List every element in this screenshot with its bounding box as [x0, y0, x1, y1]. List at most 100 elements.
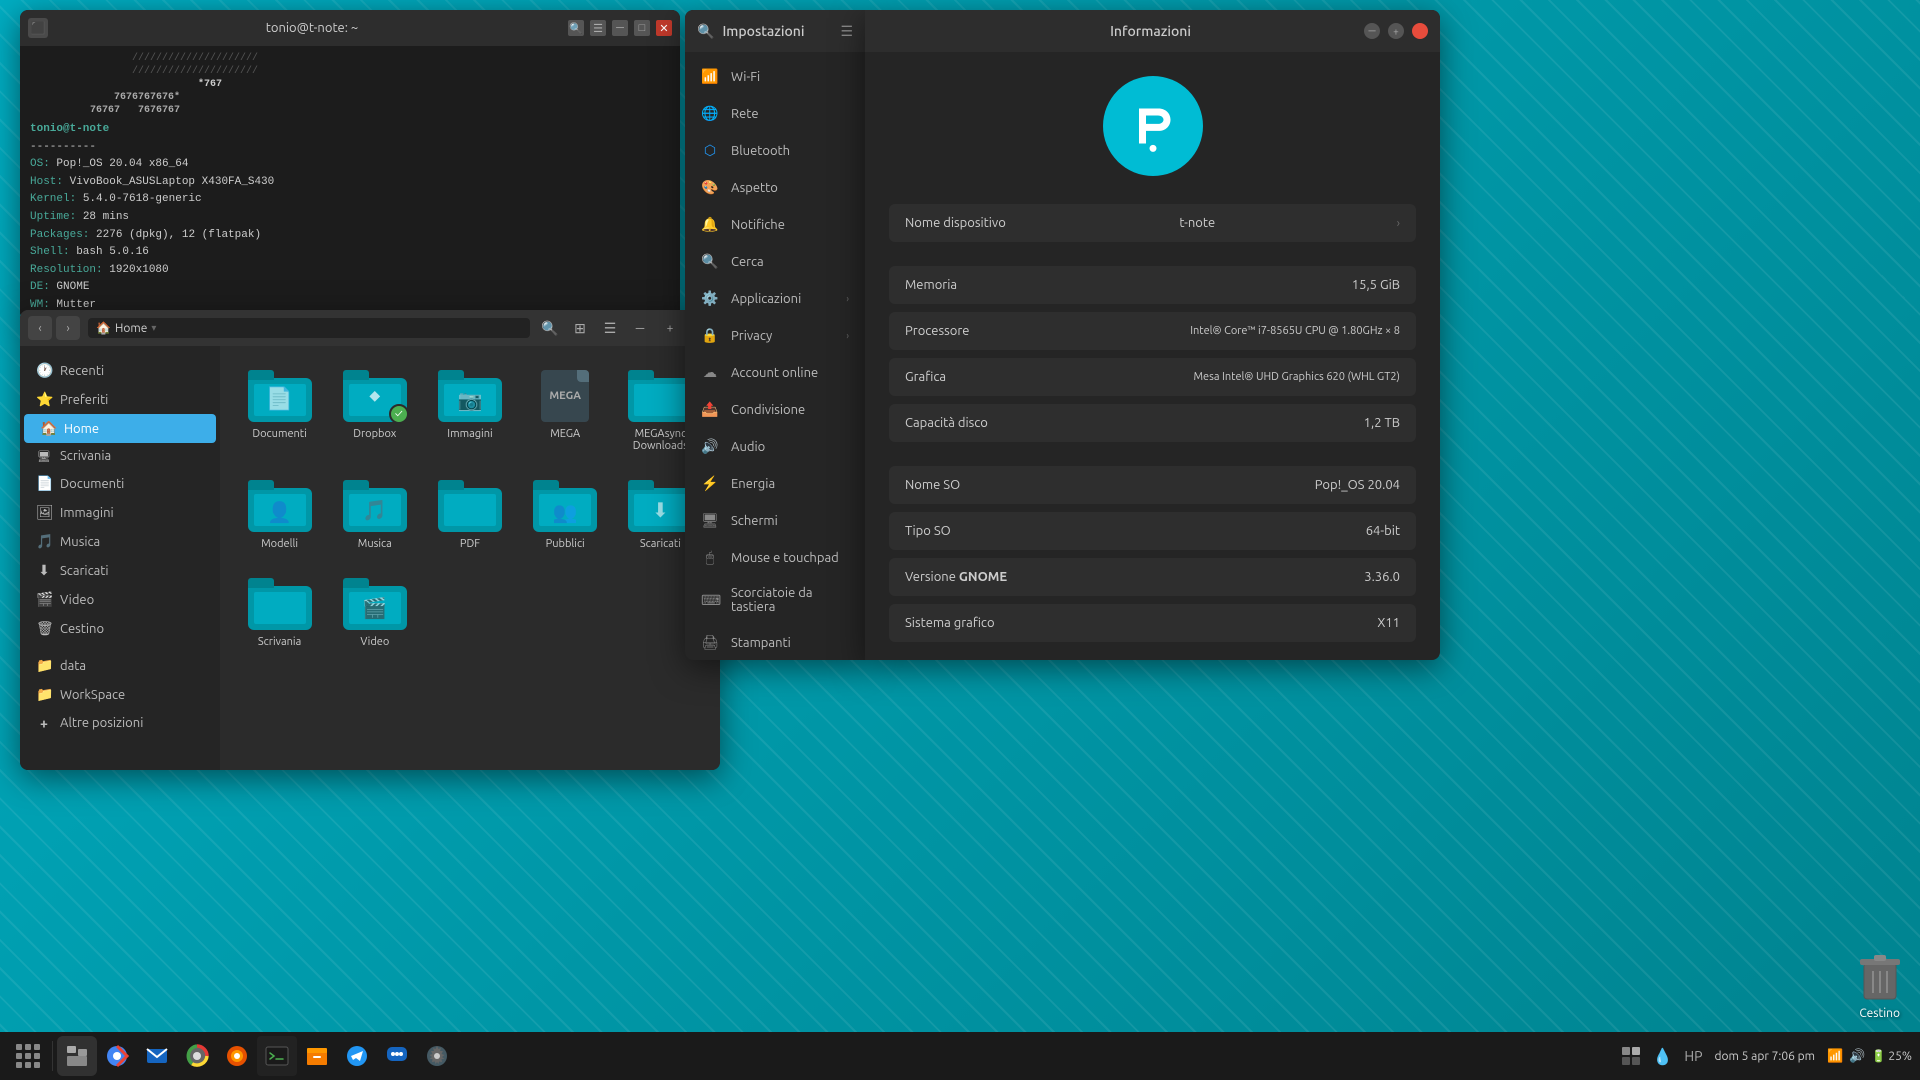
taskbar-mail-icon[interactable] — [137, 1036, 177, 1076]
popos-logo-svg — [1118, 91, 1188, 161]
settings-item-applicazioni[interactable]: ⚙️ Applicazioni › — [685, 280, 865, 317]
settings-item-account-online[interactable]: ☁ Account online — [685, 354, 865, 391]
file-item-modelli[interactable]: 👤 Modelli — [236, 472, 323, 558]
bluetooth-icon: ⬡ — [701, 142, 719, 159]
taskbar-telegram-icon[interactable] — [337, 1036, 377, 1076]
sidebar-item-label: data — [60, 659, 86, 673]
battery-indicator[interactable]: 🔋 25% — [1871, 1049, 1912, 1063]
info-window: Informazioni ─ + — [865, 10, 1440, 660]
fm-maximize-btn[interactable]: + — [658, 316, 682, 340]
volume-icon[interactable]: 🔊 — [1849, 1049, 1865, 1064]
sidebar-item-data[interactable]: 📁 data — [20, 651, 220, 680]
sidebar-item-preferiti[interactable]: ⭐ Preferiti — [20, 385, 220, 414]
sidebar-item-workspace[interactable]: 📁 WorkSpace — [20, 680, 220, 709]
sidebar-item-scaricati[interactable]: ⬇ Scaricati — [20, 556, 220, 585]
taskbar-firefox-icon[interactable] — [217, 1036, 257, 1076]
taskbar-archive-icon[interactable] — [297, 1036, 337, 1076]
fm-path-bar[interactable]: 🏠 Home ▾ — [88, 318, 530, 338]
sidebar-item-recenti[interactable]: 🕐 Recenti — [20, 356, 220, 385]
terminal-maximize-btn[interactable]: □ — [634, 20, 650, 36]
taskbar-caprine-icon[interactable] — [377, 1036, 417, 1076]
trash-desktop-icon[interactable]: Cestino — [1859, 955, 1900, 1020]
file-item-dropbox[interactable]: ◆ ✓ Dropbox — [331, 362, 418, 460]
settings-item-mouse[interactable]: 🖱 Mouse e touchpad — [685, 539, 865, 576]
settings-item-privacy[interactable]: 🔒 Privacy › — [685, 317, 865, 354]
settings-menu-icon[interactable]: ☰ — [840, 23, 853, 40]
musica-icon: 🎵 — [36, 533, 52, 550]
sidebar-item-musica[interactable]: 🎵 Musica — [20, 527, 220, 556]
file-item-documenti[interactable]: 📄 Documenti — [236, 362, 323, 460]
fm-forward-btn[interactable]: › — [56, 316, 80, 340]
tray-icon-1[interactable]: 💧 — [1652, 1047, 1672, 1066]
taskbar-files-icon[interactable] — [57, 1036, 97, 1076]
settings-item-label: Audio — [731, 440, 765, 454]
file-item-immagini[interactable]: 📷 Immagini — [426, 362, 513, 460]
info-minimize-btn[interactable]: ─ — [1364, 23, 1380, 39]
taskbar-terminal-icon[interactable] — [257, 1036, 297, 1076]
taskbar-apps-btn[interactable] — [8, 1036, 48, 1076]
file-item-scrivania[interactable]: Scrivania — [236, 570, 323, 656]
taskbar-datetime[interactable]: dom 5 apr 7:06 pm — [1715, 1050, 1816, 1063]
terminal-menu-btn[interactable]: ☰ — [590, 20, 606, 36]
fm-view-btn[interactable]: ⊞ — [568, 316, 592, 340]
sidebar-item-documenti[interactable]: 📄 Documenti — [20, 469, 220, 498]
sidebar-item-home[interactable]: 🏠 Home — [24, 414, 216, 443]
settings-item-condivisione[interactable]: 📤 Condivisione — [685, 391, 865, 428]
taskbar-chromium-icon[interactable] — [177, 1036, 217, 1076]
fm-minimize-btn[interactable]: ─ — [628, 316, 652, 340]
sidebar-item-scrivania[interactable]: 🖥 Scrivania — [20, 443, 220, 469]
file-item-video[interactable]: 🎬 Video — [331, 570, 418, 656]
settings-item-audio[interactable]: 🔊 Audio — [685, 428, 865, 465]
taskbar-chrome-icon[interactable] — [97, 1036, 137, 1076]
settings-item-wifi[interactable]: 📶 Wi-Fi — [685, 58, 865, 95]
sidebar-item-label: Altre posizioni — [60, 716, 143, 730]
terminal-close-btn[interactable]: ✕ — [656, 20, 672, 36]
tray-icon-2[interactable]: HP — [1684, 1048, 1702, 1064]
file-item-musica[interactable]: 🎵 Musica — [331, 472, 418, 558]
terminal-window: ⬛ tonio@t-note: ~ 🔍 ☰ ─ □ ✕ ////////////… — [20, 10, 680, 320]
info-maximize-btn[interactable]: + — [1388, 23, 1404, 39]
fm-body: 🕐 Recenti ⭐ Preferiti 🏠 Home 🖥 Scrivania… — [20, 346, 720, 770]
fm-search-btn[interactable]: 🔍 — [538, 316, 562, 340]
sidebar-item-altre[interactable]: + Altre posizioni — [20, 709, 220, 737]
terminal-search-btn[interactable]: 🔍 — [568, 20, 584, 36]
sidebar-item-video[interactable]: 🎬 Video — [20, 585, 220, 614]
documenti-icon: 📄 — [36, 475, 52, 492]
settings-item-scorciatoie[interactable]: ⌨ Scorciatoie da tastiera — [685, 576, 865, 624]
fm-menu-btn[interactable]: ☰ — [598, 316, 622, 340]
sidebar-item-label: Preferiti — [60, 393, 108, 407]
info-close-btn[interactable] — [1412, 23, 1428, 39]
fm-back-btn[interactable]: ‹ — [28, 316, 52, 340]
settings-item-schermi[interactable]: 🖥 Schermi — [685, 502, 865, 539]
settings-item-bluetooth[interactable]: ⬡ Bluetooth — [685, 132, 865, 169]
file-item-pdf[interactable]: PDF — [426, 472, 513, 558]
sidebar-item-cestino[interactable]: 🗑 Cestino — [20, 614, 220, 643]
trash-label: Cestino — [1859, 1007, 1900, 1020]
taskbar: 💧 HP dom 5 apr 7:06 pm 📶 🔊 🔋 25% — [0, 1032, 1920, 1080]
terminal-controls: 🔍 ☰ ─ □ ✕ — [568, 20, 672, 36]
disco-value: 1,2 TB — [1364, 416, 1400, 430]
video-icon: 🎬 — [36, 591, 52, 608]
scorciatoie-icon: ⌨ — [701, 592, 719, 609]
settings-item-stampanti[interactable]: 🖨 Stampanti — [685, 624, 865, 660]
workspace-switcher[interactable] — [1622, 1047, 1640, 1065]
network-status-icon[interactable]: 📶 — [1827, 1049, 1843, 1064]
settings-item-aspetto[interactable]: 🎨 Aspetto — [685, 169, 865, 206]
settings-item-label: Aspetto — [731, 181, 778, 195]
terminal-title: tonio@t-note: ~ — [56, 21, 568, 35]
settings-item-notifiche[interactable]: 🔔 Notifiche — [685, 206, 865, 243]
settings-item-rete[interactable]: 🌐 Rete — [685, 95, 865, 132]
settings-item-energia[interactable]: ⚡ Energia — [685, 465, 865, 502]
data-icon: 📁 — [36, 657, 52, 674]
settings-item-cerca[interactable]: 🔍 Cerca — [685, 243, 865, 280]
taskbar-settings-icon[interactable] — [417, 1036, 457, 1076]
apps-dot — [16, 1044, 22, 1050]
sidebar-item-label: Documenti — [60, 477, 124, 491]
sidebar-item-immagini[interactable]: 🖼 Immagini — [20, 498, 220, 527]
device-name-row[interactable]: Nome dispositivo t-note › — [889, 204, 1416, 242]
settings-title: Impostazioni — [722, 23, 840, 39]
terminal-minimize-btn[interactable]: ─ — [612, 20, 628, 36]
file-item-mega[interactable]: MEGA MEGA — [522, 362, 609, 460]
sidebar-item-label: WorkSpace — [60, 688, 125, 702]
file-item-pubblici[interactable]: 👥 Pubblici — [522, 472, 609, 558]
